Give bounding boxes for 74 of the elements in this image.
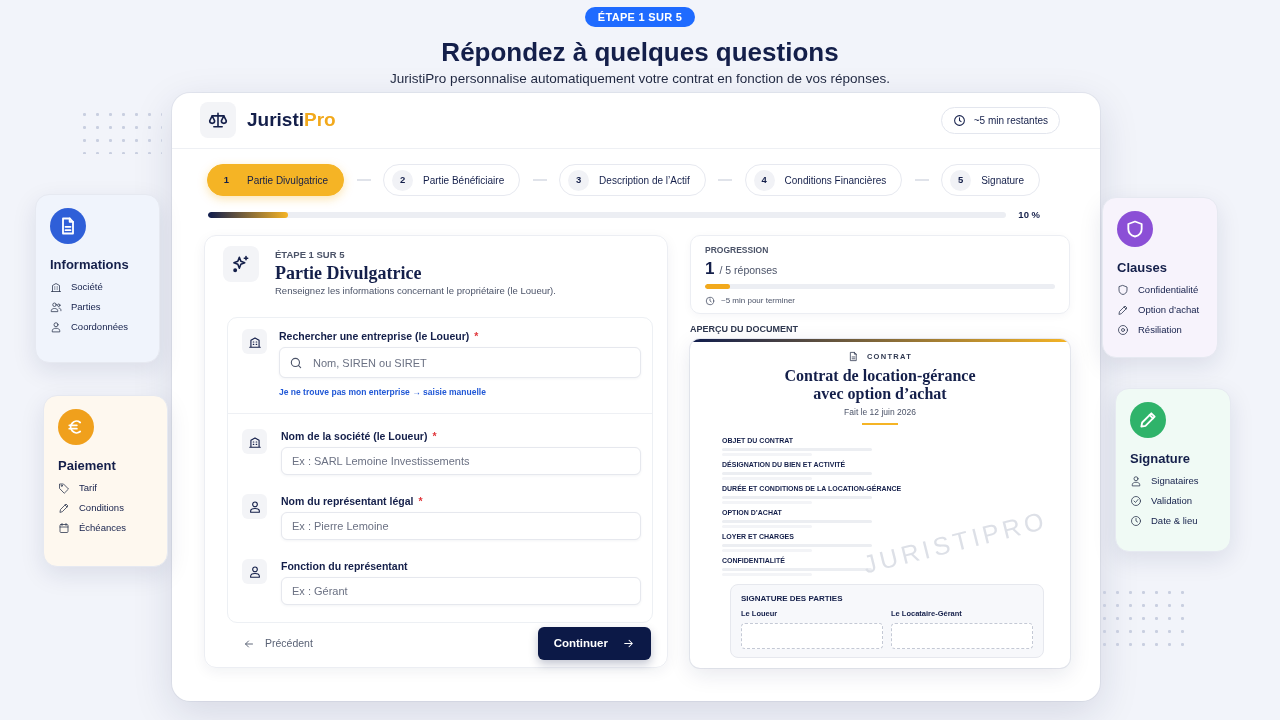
building-icon — [50, 280, 62, 293]
search-icon — [289, 355, 303, 370]
step-tab[interactable]: 2 Partie Bénéficiaire — [383, 164, 521, 196]
step-tab[interactable]: 1 Partie Divulgatrice — [207, 164, 345, 196]
card-item: Échéances — [79, 521, 126, 534]
card-item: Coordonnées — [71, 320, 129, 333]
user-icon — [1130, 474, 1142, 487]
step-tab[interactable]: 4 Conditions Financières — [744, 164, 903, 196]
time-remaining: ~5 min restantes — [973, 114, 1048, 128]
scales-icon — [200, 102, 236, 138]
back-button[interactable]: Précédent — [243, 633, 313, 654]
card-title: Signature — [1130, 451, 1190, 467]
sparkles-icon — [223, 246, 259, 283]
card-item: Confidentialité — [1138, 283, 1199, 296]
page-subtitle: JuristiPro personnalise automatiquement votre contrat en fonction de vos réponses. — [390, 70, 890, 88]
card-item: Validation — [1151, 494, 1193, 507]
page-title: Répondez à quelques questions — [441, 36, 839, 69]
step-badge: ÉTAPE 1 SUR 5 — [584, 7, 696, 27]
text-field[interactable]: Ex : Gérant — [281, 577, 641, 606]
text-field[interactable]: Ex : Pierre Lemoine — [281, 512, 641, 541]
signature-field[interactable] — [891, 622, 1033, 649]
form-title: Partie Divulgatrice — [275, 262, 422, 285]
field-label: Nom de la société (le Loueur) * — [281, 429, 437, 444]
clock-icon — [705, 296, 715, 307]
clock-icon — [1130, 514, 1142, 527]
field-label: Nom du représentant légal * — [281, 494, 423, 509]
clock-icon — [952, 114, 966, 127]
document-date: Fait le 12 juin 2026 — [844, 405, 916, 418]
card-title: Paiement — [58, 458, 116, 474]
tag-icon — [58, 481, 70, 494]
pencil-icon — [1117, 303, 1129, 316]
card-item: Date & lieu — [1151, 514, 1198, 527]
user-icon — [242, 559, 267, 585]
field-label: Fonction du représentant — [281, 559, 408, 574]
card-item: Conditions — [79, 501, 124, 514]
document-title: Contrat de location-gérance avec option d’achat — [783, 366, 977, 403]
card-item: Option d’achat — [1138, 303, 1200, 316]
card-item: Signataires — [1151, 474, 1199, 487]
signature-field[interactable] — [741, 622, 883, 649]
step-tab[interactable]: 5 Signature — [941, 164, 1040, 196]
signature-heading: SIGNATURE DES PARTIES — [741, 592, 843, 604]
pencil-icon — [58, 501, 70, 514]
progress-heading: PROGRESSION — [705, 244, 769, 257]
progress-percent: 10 % — [1018, 208, 1040, 222]
building-icon — [242, 429, 267, 455]
field-label: Rechercher une entreprise (le Loueur) * — [279, 329, 479, 344]
card-title: Clauses — [1117, 260, 1167, 276]
brand-name: JuristiPro — [247, 107, 336, 132]
check-circle-icon — [1130, 494, 1142, 507]
user-icon — [50, 320, 62, 333]
search-field[interactable]: Nom, SIREN ou SIRET — [279, 347, 641, 379]
building-icon — [242, 329, 267, 355]
time-estimate: ~5 min pour terminer — [721, 295, 796, 308]
card-title: Informations — [50, 257, 129, 273]
card-item: Société — [71, 280, 103, 293]
step-label: ÉTAPE 1 SUR 5 — [275, 248, 345, 263]
form-description: Renseignez les informations concernant le propriétaire (le Loueur). — [275, 284, 556, 299]
card-item: Parties — [71, 300, 101, 313]
preview-label: APERÇU DU DOCUMENT — [690, 323, 798, 336]
users-icon — [50, 300, 62, 313]
card-item: Tarif — [79, 481, 97, 494]
manual-entry-link[interactable]: Je ne trouve pas mon enterprise → saisie manuelle — [279, 386, 486, 399]
step-tab[interactable]: 3 Description de l’Actif — [559, 164, 706, 196]
target-icon — [1117, 323, 1129, 336]
document-icon — [847, 351, 859, 363]
continue-button[interactable]: Continuer — [537, 627, 651, 661]
card-item: Résiliation — [1138, 323, 1182, 336]
text-field[interactable]: Ex : SARL Lemoine Investissements — [281, 447, 641, 476]
shield-icon — [1117, 283, 1129, 296]
answer-total: / 5 réponses — [719, 263, 778, 279]
calendar-icon — [58, 521, 70, 534]
answer-count: 1 — [705, 258, 715, 281]
arrow-left-icon — [243, 637, 255, 650]
user-icon — [242, 494, 267, 520]
